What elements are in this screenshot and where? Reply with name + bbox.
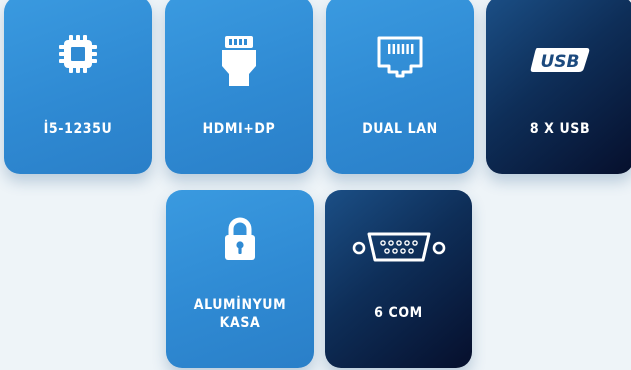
serial-port-icon (352, 232, 445, 262)
feature-label: HDMI+DP (202, 121, 276, 137)
feature-label: 6 COM (374, 305, 423, 321)
cpu-icon (59, 35, 97, 73)
feature-label: ALUMİNYUM KASA (193, 297, 287, 331)
feature-card-case: ALUMİNYUM KASA (166, 190, 314, 368)
hdmi-icon (222, 36, 256, 86)
feature-card-cpu: İ5-1235U (4, 0, 152, 174)
feature-card-usb: USB 8 X USB (486, 0, 631, 174)
feature-card-lan: DUAL LAN (326, 0, 474, 174)
feature-card-com: 6 COM (325, 190, 472, 368)
padlock-icon (225, 217, 255, 260)
ethernet-port-icon (377, 36, 423, 78)
feature-label: DUAL LAN (362, 121, 438, 137)
svg-text:USB: USB (540, 52, 579, 72)
feature-card-hdmi: HDMI+DP (165, 0, 313, 174)
feature-label: 8 X USB (529, 121, 591, 137)
feature-label: İ5-1235U (43, 121, 113, 137)
usb-logo-icon: USB (530, 48, 590, 72)
